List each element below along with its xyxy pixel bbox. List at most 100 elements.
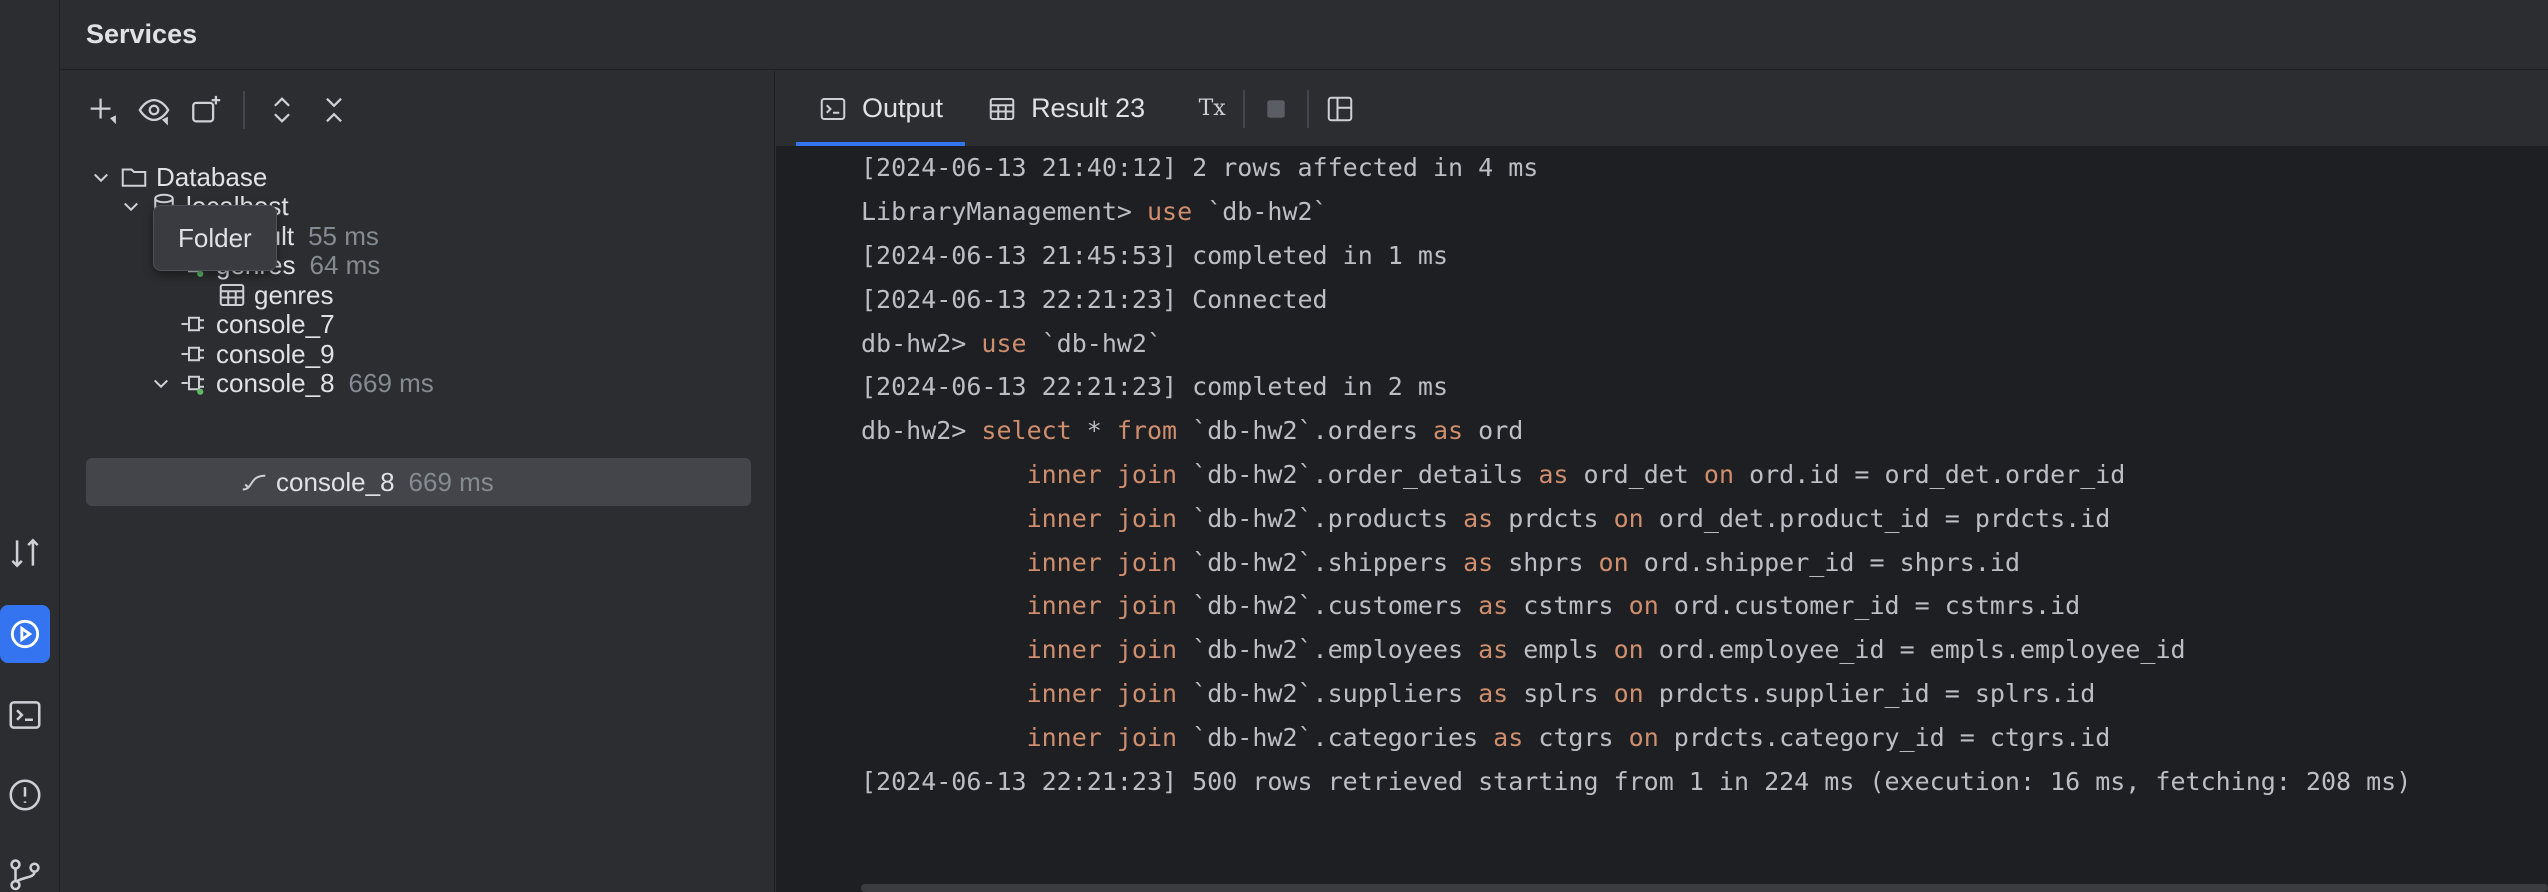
console-text: `db-hw2` bbox=[1026, 328, 1163, 358]
pull-requests-icon[interactable] bbox=[0, 524, 50, 582]
services-tree-pane: Database localhost default 55 ms genres … bbox=[61, 71, 775, 892]
console-line: [2024-06-13 22:21:23] Connected bbox=[861, 277, 2548, 321]
layout-icon bbox=[1327, 96, 1353, 121]
chevron-down-icon[interactable] bbox=[86, 162, 116, 192]
sql-keyword: as bbox=[1478, 635, 1509, 665]
tab-label: Result 23 bbox=[1031, 93, 1146, 123]
console-line: inner join `db-hw2`.categories as ctgrs … bbox=[861, 715, 2548, 759]
add-icon[interactable] bbox=[81, 89, 123, 131]
sql-keyword: on bbox=[1613, 635, 1644, 665]
chevron-down-icon[interactable] bbox=[116, 191, 146, 221]
console-text: [2024-06-13 21:40:12] 2 rows affected in… bbox=[861, 153, 1539, 183]
collapse-all-icon[interactable] bbox=[313, 89, 355, 131]
sql-keyword: inner join bbox=[1026, 459, 1178, 489]
console-line: inner join `db-hw2`.suppliers as splrs o… bbox=[861, 672, 2548, 716]
layout-button[interactable] bbox=[1315, 84, 1365, 134]
console-text: prdcts.supplier_id = splrs.id bbox=[1643, 678, 2096, 708]
problems-icon[interactable] bbox=[0, 766, 50, 824]
console-line: db-hw2> select * from `db-hw2`.orders as… bbox=[861, 409, 2548, 453]
console-text: `db-hw2`.orders bbox=[1177, 416, 1433, 446]
console-line: db-hw2> use `db-hw2` bbox=[861, 321, 2548, 365]
console-text: empls bbox=[1508, 635, 1614, 665]
sql-keyword: inner join bbox=[1026, 722, 1178, 752]
sql-keyword: inner join bbox=[1026, 547, 1178, 577]
sql-keyword: on bbox=[1598, 547, 1629, 577]
expand-all-icon[interactable] bbox=[261, 89, 303, 131]
toolbar-separator bbox=[1307, 89, 1310, 128]
tool-window-title: Services bbox=[86, 19, 198, 49]
tool-window-header: Services bbox=[61, 0, 2548, 70]
tooltip: Folder bbox=[153, 205, 277, 271]
sql-keyword: as bbox=[1478, 678, 1509, 708]
chevron-down-icon[interactable] bbox=[146, 368, 176, 398]
console-text: prdcts.category_id = ctgrs.id bbox=[1658, 722, 2111, 752]
new-service-icon[interactable] bbox=[185, 89, 227, 131]
console-text: ord bbox=[1463, 416, 1524, 446]
console-text: [2024-06-13 22:21:23] 500 rows retrieved… bbox=[861, 766, 2412, 796]
console-output: [2024-06-13 21:40:12] 2 rows affected in… bbox=[776, 146, 2548, 882]
console-text: shprs bbox=[1493, 547, 1599, 577]
toolbar-separator bbox=[243, 91, 245, 129]
sql-keyword: as bbox=[1538, 459, 1569, 489]
stop-button[interactable] bbox=[1251, 84, 1301, 134]
sql-keyword: as bbox=[1493, 722, 1524, 752]
tab-output[interactable]: Output bbox=[796, 71, 966, 146]
services-icon[interactable] bbox=[0, 605, 50, 663]
console-text: [2024-06-13 22:21:23] Connected bbox=[861, 284, 1328, 314]
console-text: `db-hw2`.products bbox=[1177, 503, 1464, 533]
sql-keyword: inner join bbox=[1026, 591, 1178, 621]
session-icon bbox=[176, 365, 212, 401]
tree-node-timing: 669 ms bbox=[348, 367, 434, 398]
terminal-icon[interactable] bbox=[0, 686, 50, 744]
console-text: db-hw2> bbox=[861, 416, 982, 446]
console-line: LibraryManagement> use `db-hw2` bbox=[861, 190, 2548, 234]
output-pane: Output Result 23 Tx [2024-06-13 21:40:12… bbox=[776, 71, 2548, 892]
tool-window-strip bbox=[0, 0, 60, 892]
tab-result[interactable]: Result 23 bbox=[965, 71, 1167, 146]
console-text: `db-hw2`.shippers bbox=[1177, 547, 1464, 577]
sql-keyword: inner join bbox=[1026, 635, 1178, 665]
tree-node-console-8[interactable]: console_8 669 ms bbox=[146, 359, 751, 407]
transaction-mode-button[interactable]: Tx bbox=[1187, 84, 1237, 134]
sql-keyword: as bbox=[1463, 547, 1494, 577]
console-text: ord.id = ord_det.order_id bbox=[1734, 459, 2126, 489]
console-text: `db-hw2`.order_details bbox=[1177, 459, 1539, 489]
console-text: ord.employee_id = empls.employee_id bbox=[1643, 635, 2186, 665]
sql-keyword: on bbox=[1703, 459, 1735, 489]
query-console-icon bbox=[236, 464, 272, 500]
stop-icon bbox=[1267, 99, 1285, 118]
tree-node-console-8-query[interactable]: console_8 669 ms bbox=[86, 458, 751, 506]
console-text: db-hw2> bbox=[861, 328, 982, 358]
tab-label: Output bbox=[862, 93, 944, 123]
console-line: [2024-06-13 22:21:23] 500 rows retrieved… bbox=[861, 759, 2548, 803]
console-text: cstmrs bbox=[1508, 591, 1629, 621]
console-line: inner join `db-hw2`.customers as cstmrs … bbox=[861, 584, 2548, 628]
sql-keyword: on bbox=[1613, 678, 1644, 708]
git-icon[interactable] bbox=[0, 845, 50, 892]
console-text: ctgrs bbox=[1523, 722, 1629, 752]
console-text: ord_det bbox=[1568, 459, 1704, 489]
console-line: inner join `db-hw2`.employees as empls o… bbox=[861, 628, 2548, 672]
sql-keyword: use bbox=[1146, 197, 1193, 227]
sql-keyword: as bbox=[1463, 503, 1494, 533]
console-text: `db-hw2`.suppliers bbox=[1177, 678, 1479, 708]
console-line: inner join `db-hw2`.order_details as ord… bbox=[861, 453, 2548, 497]
console-text: [2024-06-13 21:45:53] completed in 1 ms bbox=[861, 240, 1448, 270]
console-text: ord.customer_id = cstmrs.id bbox=[1658, 591, 2081, 621]
horizontal-scrollbar[interactable] bbox=[861, 884, 2548, 892]
view-options-icon[interactable] bbox=[133, 89, 175, 131]
sql-keyword: from bbox=[1116, 416, 1178, 446]
console-line: [2024-06-13 21:45:53] completed in 1 ms bbox=[861, 234, 2548, 278]
sql-keyword: as bbox=[1432, 416, 1464, 446]
sql-keyword: as bbox=[1478, 591, 1509, 621]
sql-keyword: inner join bbox=[1026, 678, 1178, 708]
console-line: inner join `db-hw2`.shippers as shprs on… bbox=[861, 540, 2548, 584]
console-text: `db-hw2`.employees bbox=[1177, 635, 1479, 665]
sql-keyword: select bbox=[981, 416, 1072, 446]
sql-keyword: on bbox=[1613, 503, 1644, 533]
